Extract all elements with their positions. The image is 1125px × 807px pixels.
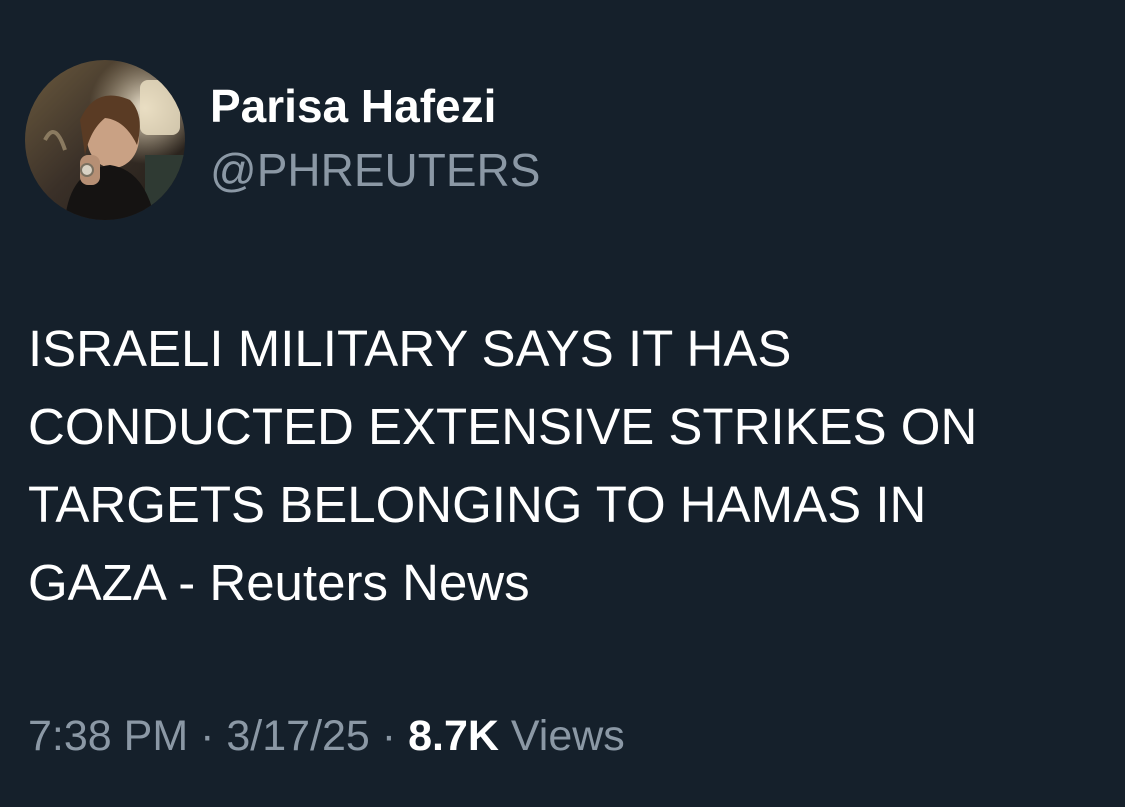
- meta-separator: ·: [381, 712, 397, 760]
- tweet-text-line: ISRAELI MILITARY SAYS IT HAS: [28, 320, 792, 377]
- views-count[interactable]: 8.7K: [408, 712, 499, 760]
- author-name[interactable]: Parisa Hafezi: [210, 78, 496, 134]
- tweet-text-line: TARGETS BELONGING TO HAMAS IN: [28, 476, 927, 533]
- tweet-meta: 7:38 PM · 3/17/25 · 8.7K Views: [28, 708, 625, 764]
- meta-separator: ·: [200, 712, 215, 760]
- avatar[interactable]: [25, 60, 185, 220]
- author-handle[interactable]: @PHREUTERS: [210, 142, 540, 198]
- tweet-card: Parisa Hafezi @PHREUTERS ISRAELI MILITAR…: [0, 0, 1125, 807]
- tweet-text-line: GAZA - Reuters News: [28, 554, 530, 611]
- views-label: Views: [510, 712, 625, 760]
- tweet-time[interactable]: 7:38 PM: [28, 712, 188, 760]
- tweet-date[interactable]: 3/17/25: [226, 712, 369, 760]
- tweet-text: ISRAELI MILITARY SAYS IT HAS CONDUCTED E…: [28, 310, 1108, 622]
- avatar-photo: [25, 60, 185, 220]
- tweet-text-line: CONDUCTED EXTENSIVE STRIKES ON: [28, 398, 978, 455]
